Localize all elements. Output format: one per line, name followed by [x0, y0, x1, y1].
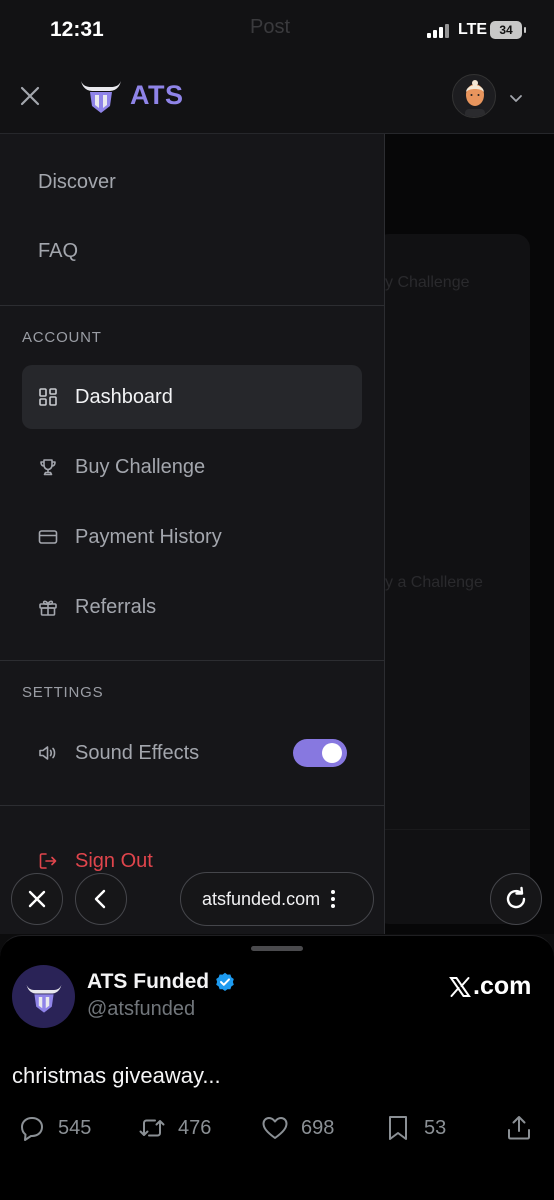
back-icon	[94, 889, 106, 909]
reload-icon	[506, 886, 526, 909]
repost-count: 476	[178, 1116, 212, 1139]
menu-item-referrals[interactable]: Referrals	[22, 575, 362, 639]
avatar-illustration	[465, 80, 485, 117]
like-count: 698	[301, 1116, 335, 1139]
menu-item-dashboard[interactable]: Dashboard	[22, 365, 362, 429]
side-drawer: Discover FAQ ACCOUNT Dashboard Buy Chall…	[0, 134, 385, 934]
credit-card-icon	[38, 530, 58, 544]
chevron-down-icon[interactable]	[506, 88, 526, 108]
url-text: atsfunded.com	[202, 888, 321, 909]
brand-name: ATS	[130, 79, 184, 110]
menu-label: Sound Effects	[75, 741, 200, 764]
bull-logo-icon	[81, 81, 121, 113]
more-vertical-icon[interactable]	[330, 889, 336, 909]
share-button[interactable]	[505, 1114, 533, 1142]
menu-item-buy-challenge[interactable]: Buy Challenge	[22, 435, 362, 499]
section-heading-settings: SETTINGS	[22, 684, 104, 701]
x-com-link[interactable]: .com	[449, 972, 531, 1001]
gift-icon	[39, 600, 57, 616]
app-header: ATS	[0, 62, 554, 134]
tweet-actions: 545 476 698 53	[0, 1114, 554, 1148]
bookmark-icon	[389, 1116, 407, 1140]
brand-logo[interactable]: ATS	[78, 75, 184, 115]
background-page: y Challenge y a Challenge	[375, 134, 554, 934]
repost-icon	[139, 1119, 165, 1137]
menu-label: Payment History	[75, 525, 222, 548]
share-icon	[508, 1116, 530, 1140]
bull-logo-icon	[26, 984, 61, 1013]
trophy-icon	[40, 459, 56, 476]
bookmark-count: 53	[424, 1116, 447, 1139]
close-icon	[28, 890, 46, 908]
tweet-author[interactable]: ATS Funded	[87, 970, 235, 994]
network-type: LTE	[458, 21, 488, 38]
verified-badge-icon	[216, 972, 234, 991]
tweet-text: christmas giveaway...	[12, 1063, 221, 1088]
dashboard-icon	[39, 388, 57, 406]
background-ghost-text: y Challenge	[385, 274, 470, 291]
bookmark-button[interactable]: 53	[384, 1114, 446, 1142]
browser-reload-button[interactable]	[490, 873, 542, 925]
battery-level: 34	[499, 23, 513, 37]
status-ghost-title: Post	[250, 16, 291, 38]
x-logo-icon	[449, 976, 471, 997]
status-time: 12:31	[50, 18, 104, 41]
x-com-text: .com	[473, 972, 532, 1000]
nav-link-faq[interactable]: FAQ	[38, 240, 78, 263]
sign-out-icon	[39, 853, 57, 869]
author-handle[interactable]: @atsfunded	[87, 998, 195, 1021]
reply-count: 545	[58, 1116, 92, 1139]
signal-icon	[427, 24, 451, 38]
tweet-sheet: ATS Funded @atsfunded .com christmas giv…	[0, 935, 554, 1200]
menu-label: Referrals	[75, 595, 157, 618]
divider	[0, 305, 384, 306]
nav-link-discover[interactable]: Discover	[38, 171, 116, 194]
sound-effects-toggle[interactable]	[293, 739, 347, 767]
divider	[0, 660, 384, 661]
browser-close-button[interactable]	[11, 873, 63, 925]
section-heading-account: ACCOUNT	[22, 329, 102, 346]
status-bar: 12:31 Post LTE 34	[0, 0, 554, 62]
close-icon[interactable]	[16, 82, 44, 110]
menu-item-payment-history[interactable]: Payment History	[22, 505, 362, 569]
divider	[0, 805, 384, 806]
browser-toolbar: atsfunded.com	[0, 870, 554, 930]
url-bar[interactable]: atsfunded.com	[180, 872, 374, 926]
toggle-knob	[322, 743, 342, 763]
tweet-avatar[interactable]	[12, 965, 75, 1028]
reply-button[interactable]: 545	[18, 1114, 91, 1142]
menu-label: Dashboard	[75, 385, 173, 408]
background-divider	[375, 829, 530, 830]
user-avatar[interactable]	[452, 74, 496, 118]
author-name: ATS Funded	[87, 970, 210, 993]
browser-back-button[interactable]	[75, 873, 127, 925]
speaker-icon	[39, 746, 56, 760]
like-button[interactable]: 698	[261, 1114, 334, 1142]
heart-icon	[262, 1117, 288, 1139]
reply-icon	[21, 1117, 43, 1141]
sheet-grabber[interactable]	[251, 946, 303, 951]
repost-button[interactable]: 476	[138, 1114, 211, 1142]
battery-icon: 34	[490, 21, 526, 39]
background-ghost-text: y a Challenge	[385, 574, 483, 591]
menu-label: Buy Challenge	[75, 455, 206, 478]
